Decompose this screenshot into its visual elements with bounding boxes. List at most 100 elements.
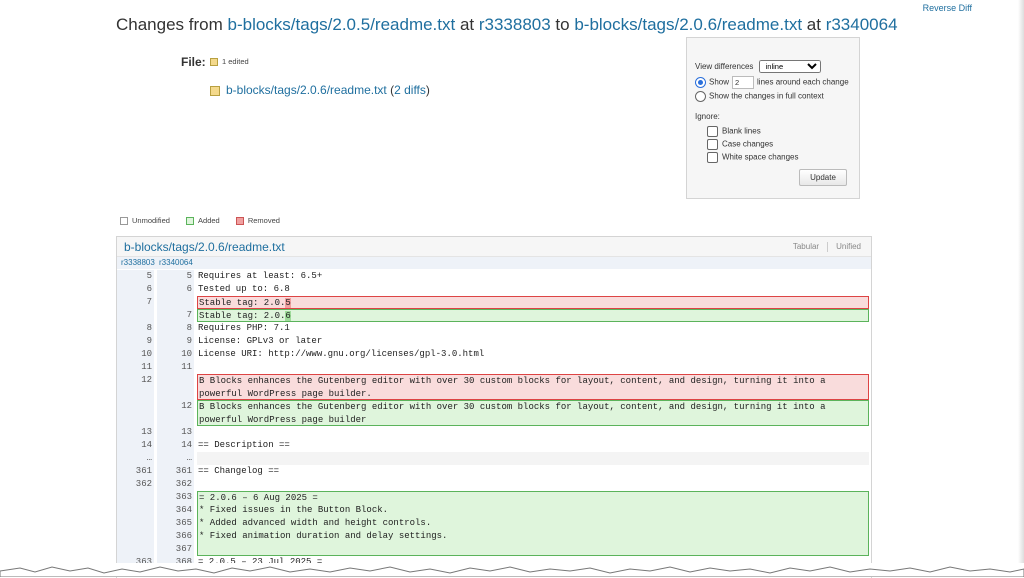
title-prefix: Changes from: [116, 15, 228, 34]
diff-line: 11 11: [117, 361, 871, 374]
show-label: Show: [709, 77, 730, 87]
ignore-whitespace-label: White space changes: [722, 152, 799, 162]
diff-line: 6 6 Tested up to: 6.8: [117, 283, 871, 296]
title-to: to: [550, 15, 575, 34]
line-content: [197, 452, 869, 465]
update-button[interactable]: Update: [799, 169, 847, 186]
diff-line: 366 * Fixed animation duration and delay …: [117, 530, 871, 543]
tab-separator: [827, 242, 829, 252]
diff-line: 7 Stable tag: 2.0.5: [117, 296, 871, 309]
old-line-number: …: [117, 452, 155, 465]
diff-line: 13 13: [117, 426, 871, 439]
new-line-number: 364: [157, 504, 195, 517]
old-line-number: 9: [117, 335, 155, 348]
diff-line: 7 Stable tag: 2.0.6: [117, 309, 871, 322]
old-line-number: [117, 504, 155, 517]
page-edge-shadow: [1018, 0, 1024, 577]
new-line-number: 362: [157, 478, 195, 491]
from-revision-link[interactable]: r3338803: [479, 15, 551, 34]
ignore-case-changes-checkbox[interactable]: [707, 139, 718, 150]
file-list-item: b-blocks/tags/2.0.6/readme.txt (2 diffs): [210, 83, 430, 97]
line-content: License URI: http://www.gnu.org/licenses…: [198, 349, 485, 359]
revision-header: r3338803 r3340064: [117, 257, 871, 269]
show-lines-radio[interactable]: [695, 77, 706, 88]
diff-line: 10 10 License URI: http://www.gnu.org/lice…: [117, 348, 871, 361]
new-line-number: [157, 374, 195, 400]
ignore-blank-lines-checkbox[interactable]: [707, 126, 718, 137]
diff-line: ……: [117, 452, 871, 465]
old-line-number: 10: [117, 348, 155, 361]
old-line-number: 361: [117, 465, 155, 478]
unmodified-swatch: [120, 217, 128, 226]
ignore-case-changes[interactable]: Case changes: [707, 139, 773, 150]
diff-view-tabs: Tabular Unified: [793, 242, 861, 252]
diff-file-link[interactable]: b-blocks/tags/2.0.6/readme.txt: [124, 240, 285, 254]
to-revision-link[interactable]: r3340064: [826, 15, 898, 34]
legend-added-label: Added: [198, 216, 220, 225]
new-line-number: 366: [157, 530, 195, 543]
old-line-number: 14: [117, 439, 155, 452]
diff-line: 364 * Fixed issues in the Button Block.: [117, 504, 871, 517]
legend-unmodified: Unmodified: [120, 216, 170, 226]
old-line-number: 13: [117, 426, 155, 439]
new-line-number: [157, 296, 195, 309]
line-content: * Fixed animation duration and delay set…: [197, 530, 869, 543]
file-diffs-link[interactable]: 2 diffs: [394, 83, 426, 97]
full-context-radio[interactable]: [695, 91, 706, 102]
edited-square-icon: [210, 58, 218, 67]
legend-unmodified-label: Unmodified: [132, 216, 170, 225]
diff-line: 367: [117, 543, 871, 556]
legend-removed-label: Removed: [247, 216, 280, 225]
to-path-link[interactable]: b-blocks/tags/2.0.6/readme.txt: [574, 15, 802, 34]
file-diffs-open: (: [386, 83, 395, 97]
view-differences-row: View differences inline: [695, 60, 821, 73]
line-content: B Blocks enhances the Gutenberg editor w…: [197, 374, 869, 400]
line-content: * Added advanced width and height contro…: [197, 517, 869, 530]
ignore-whitespace-checkbox[interactable]: [707, 152, 718, 163]
diff-line: 8 8 Requires PHP: 7.1: [117, 322, 871, 335]
ignore-case-changes-label: Case changes: [722, 139, 774, 149]
ignore-blank-lines[interactable]: Blank lines: [707, 126, 761, 137]
line-content: Requires at least: 6.5+: [198, 271, 323, 281]
diff-line: 363 = 2.0.6 – 6 Aug 2025 =: [117, 491, 871, 504]
new-line-number: 9: [157, 335, 195, 348]
new-line-number: 11: [157, 361, 195, 374]
diff-legend: Unmodified Added Removed: [120, 216, 294, 226]
title-at-1: at: [455, 15, 479, 34]
changed-char-highlight: 6: [285, 311, 291, 321]
ignore-whitespace[interactable]: White space changes: [707, 152, 799, 163]
new-line-number: 8: [157, 322, 195, 335]
old-line-number: [117, 543, 155, 556]
tab-tabular[interactable]: Tabular: [793, 242, 819, 251]
context-lines-input[interactable]: 2: [732, 76, 755, 89]
diff-header: b-blocks/tags/2.0.6/readme.txt Tabular Un…: [117, 237, 871, 257]
torn-edge: [0, 563, 1024, 577]
new-line-number: 5: [157, 270, 195, 283]
show-lines-row: Show 2 lines around each change: [695, 76, 849, 89]
line-content: [197, 543, 869, 556]
line-content: [197, 478, 869, 491]
diff-line: 365 * Added advanced width and height con…: [117, 517, 871, 530]
new-revision-link[interactable]: r3340064: [159, 258, 193, 267]
diff-table: b-blocks/tags/2.0.6/readme.txt Tabular Un…: [116, 236, 872, 578]
from-path-link[interactable]: b-blocks/tags/2.0.5/readme.txt: [228, 15, 456, 34]
diff-line: 12 B Blocks enhances the Gutenberg editor…: [117, 374, 871, 400]
new-line-number: 10: [157, 348, 195, 361]
line-content: * Fixed issues in the Button Block.: [197, 504, 869, 517]
new-line-number: 367: [157, 543, 195, 556]
view-mode-select[interactable]: inline: [758, 60, 821, 73]
file-diffs-close: ): [425, 83, 430, 97]
removed-swatch: [235, 217, 244, 226]
torn-edge-path: [0, 566, 1024, 577]
line-content: = 2.0.6 – 6 Aug 2025 =: [197, 491, 869, 504]
old-line-number: 6: [117, 283, 155, 296]
tab-unified[interactable]: Unified: [836, 242, 861, 251]
new-line-number: 7: [157, 309, 195, 322]
edited-file-icon: [210, 85, 220, 96]
reverse-diff-link[interactable]: Reverse Diff: [923, 3, 972, 13]
line-content: License: GPLv3 or later: [198, 336, 323, 346]
old-revision-link[interactable]: r3338803: [121, 258, 155, 267]
file-link[interactable]: b-blocks/tags/2.0.6/readme.txt: [226, 83, 387, 97]
edited-count: 1 edited: [222, 57, 249, 66]
diff-options-panel: View differences inline Show 2 lines aroun…: [686, 37, 860, 199]
